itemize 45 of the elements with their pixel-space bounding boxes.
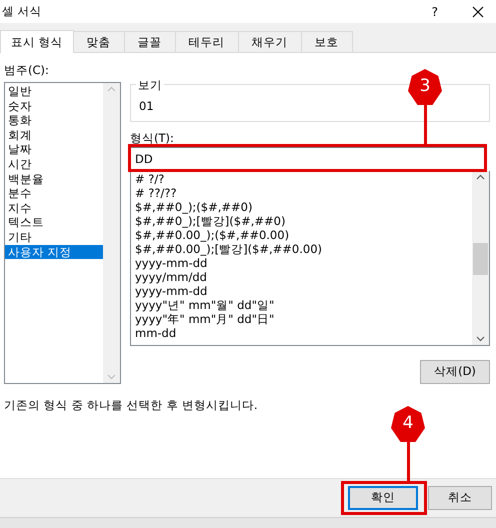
leader-line: [424, 105, 427, 144]
format-list[interactable]: # ?/? # ??/?? $#,##0_);($#,##0) $#,##0_);[빨강]($#,##0) $#,##0.00_);($#,##0.00) $#,##0.00_);[빨강]($#,##0.00) yyyy-mm-dd yyyy/mm/dd yyyy-mm-dd yyyy"년" mm"월" dd"일" yyyy"年" mm"月" dd"日" mm-dd: [130, 171, 490, 346]
category-item[interactable]: 숫자: [5, 98, 103, 114]
category-list[interactable]: 일반 숫자 통화 회계 날짜 시간 백분율 분수 지수 텍스트 기타 사용자 지정: [4, 82, 121, 384]
category-item[interactable]: 텍스트: [5, 215, 103, 230]
help-button[interactable]: ?: [432, 2, 438, 20]
format-item[interactable]: $#,##0.00_);[빨강]($#,##0.00): [131, 242, 472, 256]
format-item[interactable]: $#,##0_);($#,##0): [131, 200, 472, 214]
format-item[interactable]: # ?/?: [131, 172, 472, 186]
scroll-down-icon[interactable]: [476, 336, 485, 342]
ok-button[interactable]: 확인: [348, 486, 418, 510]
format-item[interactable]: yyyy"년" mm"월" dd"일": [131, 298, 472, 312]
preview-value: 01: [139, 99, 154, 113]
step-badge: 4: [391, 406, 425, 442]
category-item[interactable]: 기타: [5, 230, 103, 245]
format-item[interactable]: mm-dd: [131, 326, 472, 340]
format-item[interactable]: $#,##0.00_);($#,##0.00): [131, 228, 472, 242]
step-badge: 3: [408, 69, 442, 105]
category-item[interactable]: 분수: [5, 186, 103, 201]
leader-line: [407, 442, 410, 481]
category-item[interactable]: 통화: [5, 113, 103, 128]
format-item[interactable]: $#,##0_);[빨강]($#,##0): [131, 214, 472, 228]
scroll-up-icon[interactable]: [476, 174, 485, 180]
close-icon[interactable]: [472, 6, 484, 18]
category-item[interactable]: 회계: [5, 128, 103, 142]
category-label: 범주(C):: [4, 62, 50, 79]
format-item[interactable]: yyyy/mm/dd: [131, 270, 472, 284]
window-title: 셀 서식: [2, 2, 42, 20]
format-item[interactable]: yyyy"年" mm"月" dd"日": [131, 312, 472, 326]
format-item[interactable]: yyyy-mm-dd: [131, 284, 472, 298]
delete-button[interactable]: 삭제(D): [420, 360, 490, 384]
cancel-button[interactable]: 취소: [428, 486, 492, 510]
format-label: 형식(T):: [130, 130, 175, 147]
category-item[interactable]: 일반: [5, 84, 103, 99]
format-item[interactable]: # ??/??: [131, 186, 472, 200]
scroll-thumb[interactable]: [473, 243, 488, 275]
category-item[interactable]: 백분율: [5, 172, 103, 186]
category-item[interactable]: 사용자 지정: [5, 244, 103, 260]
tab[interactable]: 보호: [300, 31, 353, 52]
description-text: 기존의 형식 중 하나를 선택한 후 변형시킵니다.: [4, 397, 258, 414]
format-item[interactable]: yyyy-mm-dd: [131, 256, 472, 270]
tab[interactable]: 표시 형식: [0, 30, 74, 53]
category-item[interactable]: 시간: [5, 156, 103, 172]
category-item[interactable]: 날짜: [5, 142, 103, 157]
category-item[interactable]: 지수: [5, 200, 103, 216]
